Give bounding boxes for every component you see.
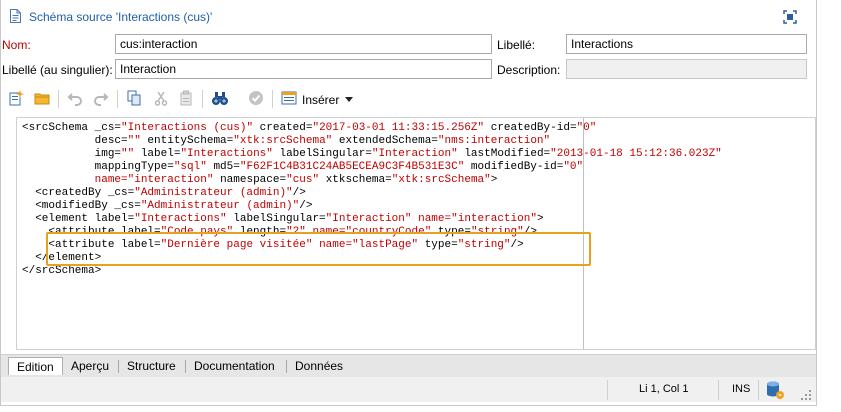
code-token: md5= bbox=[206, 161, 240, 173]
code-value: "" bbox=[127, 135, 141, 147]
code-value: "interaction" bbox=[127, 174, 214, 186]
document-icon bbox=[10, 9, 21, 23]
code-token: <element label= bbox=[22, 213, 135, 225]
code-token: lastModified= bbox=[457, 148, 551, 160]
code-token: createdBy-id= bbox=[484, 122, 577, 134]
code-line: mappingType="sql" md5="F62F1C4B31C24AB5E… bbox=[22, 161, 584, 173]
code-line: <modifiedBy _cs="Administrateur (admin)"… bbox=[22, 200, 312, 212]
check-icon[interactable] bbox=[247, 89, 265, 107]
new-icon[interactable] bbox=[7, 89, 25, 107]
name-label: Nom: bbox=[2, 38, 31, 52]
database-icon[interactable] bbox=[765, 380, 785, 400]
code-token: <modifiedBy _cs= bbox=[22, 200, 141, 212]
code-token: > bbox=[490, 174, 498, 186]
code-value: "2017-03-01 11:33:15.256Z" bbox=[312, 122, 485, 134]
code-value: "Administrateur (admin)" bbox=[140, 200, 300, 212]
open-folder-icon[interactable] bbox=[33, 89, 51, 107]
code-line: </srcSchema> bbox=[22, 265, 101, 277]
code-value: "0" bbox=[576, 122, 597, 134]
code-value: "nms:interaction" bbox=[437, 135, 551, 147]
tab-documentation[interactable]: Documentation bbox=[186, 357, 283, 375]
code-value: "cus" bbox=[286, 174, 320, 186]
code-token: img= bbox=[22, 148, 122, 160]
code-value: "Administrateur (admin)" bbox=[134, 187, 293, 199]
code-token: entitySchema= bbox=[140, 135, 234, 147]
find-binoculars-icon[interactable] bbox=[211, 89, 229, 107]
status-bar: Li 1, Col 1 INS bbox=[1, 377, 816, 402]
code-line: desc="" entitySchema="xtk:srcSchema" ext… bbox=[22, 135, 551, 147]
code-value: "sql" bbox=[173, 161, 207, 173]
code-token: <createdBy _cs= bbox=[22, 187, 135, 199]
code-value: "" bbox=[121, 148, 135, 160]
insert-icon[interactable] bbox=[280, 89, 298, 107]
code-value: "Interactions" bbox=[134, 213, 227, 225]
code-line: name="interaction" namespace="cus" xtksc… bbox=[22, 174, 498, 186]
insert-mode: INS bbox=[732, 383, 751, 395]
chevron-down-icon[interactable] bbox=[345, 97, 353, 102]
code-token: modifiedBy-id= bbox=[464, 161, 564, 173]
tab-edition[interactable]: Edition bbox=[8, 357, 63, 375]
description-field[interactable] bbox=[566, 59, 807, 79]
code-token: label= bbox=[134, 148, 181, 160]
tab-donnees[interactable]: Données bbox=[287, 357, 351, 375]
code-value: "Interaction" bbox=[371, 148, 458, 160]
title-bar: Schéma source 'Interactions (cus)' bbox=[1, 0, 816, 32]
description-label: Description: bbox=[497, 63, 561, 77]
code-value: "Interactions" bbox=[180, 148, 273, 160]
code-line: <createdBy _cs="Administrateur (admin)"/… bbox=[22, 187, 306, 199]
code-token: namespace= bbox=[213, 174, 287, 186]
code-token: extendedSchema= bbox=[332, 135, 438, 147]
singular-label: Libellé (au singulier): bbox=[2, 63, 113, 77]
window-title: Schéma source 'Interactions (cus)' bbox=[29, 10, 213, 24]
copy-icon[interactable] bbox=[125, 89, 143, 107]
tab-bar: Edition Aperçu Structure Documentation D… bbox=[1, 354, 816, 377]
tab-structure[interactable]: Structure bbox=[119, 357, 184, 375]
code-value: "2013-01-18 15:12:36.023Z" bbox=[550, 148, 722, 160]
resize-grip-icon[interactable] bbox=[800, 389, 812, 401]
code-token: <srcSchema _cs= bbox=[22, 122, 122, 134]
code-value: "0" bbox=[563, 161, 584, 173]
tab-apercu[interactable]: Aperçu bbox=[63, 357, 117, 375]
code-token: labelSingular= bbox=[226, 213, 326, 225]
toolbar: Insérer bbox=[1, 86, 816, 112]
code-value: "F62F1C4B31C24AB5ECEA9C3F4B531E3C" bbox=[239, 161, 465, 173]
background-strip bbox=[817, 0, 841, 412]
code-value: "Interaction" bbox=[325, 213, 412, 225]
code-value: name= bbox=[418, 213, 452, 225]
code-token: labelSingular= bbox=[272, 148, 372, 160]
code-value: "interaction" bbox=[451, 213, 537, 225]
label-label: Libellé: bbox=[497, 38, 536, 52]
schema-editor-window: Schéma source 'Interactions (cus)' Nom: … bbox=[0, 0, 817, 406]
cursor-position: Li 1, Col 1 bbox=[639, 383, 689, 395]
cut-icon[interactable] bbox=[152, 89, 170, 107]
code-line: img="" label="Interactions" labelSingula… bbox=[22, 148, 722, 160]
code-value: "xtk:srcSchema" bbox=[391, 174, 491, 186]
code-line: <element label="Interactions" labelSingu… bbox=[22, 213, 544, 225]
code-value: "Interactions (cus)" bbox=[121, 122, 254, 134]
paste-icon[interactable] bbox=[177, 89, 195, 107]
code-token: desc= bbox=[22, 135, 128, 147]
insert-menu-button[interactable]: Insérer bbox=[302, 93, 339, 107]
code-token: created= bbox=[253, 122, 313, 134]
code-token: mappingType= bbox=[22, 161, 174, 173]
redo-icon[interactable] bbox=[92, 89, 110, 107]
maximize-icon[interactable] bbox=[783, 10, 797, 24]
xml-code-editor[interactable]: <srcSchema _cs="Interactions (cus)" crea… bbox=[16, 117, 816, 350]
name-field[interactable]: cus:interaction bbox=[115, 34, 492, 54]
highlight-box bbox=[46, 232, 591, 266]
code-value: name= bbox=[94, 174, 128, 186]
code-token: xtkschema= bbox=[319, 174, 392, 186]
code-token: /> bbox=[292, 187, 306, 199]
code-line: <srcSchema _cs="Interactions (cus)" crea… bbox=[22, 122, 596, 134]
code-token: </srcSchema> bbox=[22, 265, 102, 277]
code-value: "xtk:srcSchema" bbox=[233, 135, 333, 147]
singular-field[interactable]: Interaction bbox=[115, 59, 492, 79]
undo-icon[interactable] bbox=[66, 89, 84, 107]
label-field[interactable]: Interactions bbox=[566, 34, 807, 54]
code-token: > bbox=[536, 213, 544, 225]
code-token: /> bbox=[299, 200, 313, 212]
